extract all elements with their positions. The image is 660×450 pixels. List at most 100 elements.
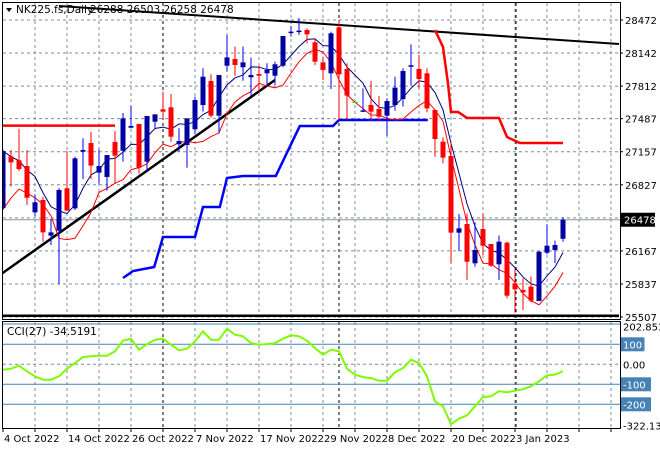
candle[interactable] <box>24 150 30 206</box>
candle[interactable] <box>16 128 22 172</box>
cci-tick-label: 202.8534 <box>623 323 660 334</box>
candle[interactable] <box>160 91 166 119</box>
date-tick-label: 26 Oct 2022 <box>132 434 194 445</box>
candle[interactable] <box>448 141 454 264</box>
candle[interactable] <box>424 68 430 113</box>
candle[interactable] <box>200 68 206 112</box>
candle[interactable] <box>552 240 558 264</box>
candle-body <box>216 74 222 116</box>
candle[interactable] <box>312 39 318 65</box>
candle[interactable] <box>152 114 158 129</box>
candle-body <box>248 74 254 78</box>
candle-body <box>168 107 174 137</box>
candle[interactable] <box>504 241 510 299</box>
date-tick-label: 7 Nov 2022 <box>196 434 254 445</box>
candle[interactable] <box>96 149 102 184</box>
candle-body <box>200 76 206 106</box>
candle[interactable] <box>464 213 470 281</box>
candle[interactable] <box>40 196 46 242</box>
candle[interactable] <box>296 18 302 36</box>
date-tick-label: 17 Nov 2022 <box>260 434 324 445</box>
candle[interactable] <box>488 243 494 267</box>
candle[interactable] <box>528 276 534 303</box>
candle[interactable] <box>136 123 142 174</box>
candle[interactable] <box>400 68 406 107</box>
candle[interactable] <box>376 96 382 121</box>
candle-body <box>184 118 190 146</box>
date-tick-label: 8 Dec 2022 <box>388 434 446 445</box>
cci-line <box>3 327 564 426</box>
candle[interactable] <box>104 155 110 191</box>
candle[interactable] <box>536 250 542 301</box>
candle[interactable] <box>432 109 438 157</box>
candle[interactable] <box>192 96 198 135</box>
candle-body <box>208 81 214 116</box>
support-step-line <box>122 118 428 280</box>
triangle-down-icon[interactable] <box>6 8 12 12</box>
candle[interactable] <box>144 115 150 172</box>
candle[interactable] <box>120 112 126 162</box>
chart-canvas[interactable]: 28472 28142 27812 27487 27157 26827 26167 25837… <box>0 0 660 450</box>
candle-body <box>32 202 38 213</box>
candle-body <box>440 141 446 158</box>
candle[interactable] <box>320 56 326 81</box>
candle-body <box>400 70 406 100</box>
candle[interactable] <box>208 74 214 118</box>
candle-body <box>280 36 286 66</box>
candle[interactable] <box>440 137 446 164</box>
candle[interactable] <box>184 118 190 168</box>
candle[interactable] <box>128 105 134 129</box>
candle[interactable] <box>80 138 86 179</box>
candle[interactable] <box>216 74 222 134</box>
price-panel[interactable] <box>0 4 620 317</box>
candle-body <box>128 125 134 128</box>
candle-body <box>312 42 318 62</box>
cci-tick-label: 0.00 <box>623 360 645 371</box>
candle-body <box>80 150 86 152</box>
candle[interactable] <box>344 63 350 120</box>
candle[interactable] <box>248 57 254 97</box>
candle-body <box>520 290 526 293</box>
candle[interactable] <box>392 76 398 111</box>
date-tick-label: 20 Dec 2022 <box>452 434 516 445</box>
candle-body <box>88 143 94 166</box>
candle[interactable] <box>416 54 422 89</box>
price-tick-label: 25837 <box>625 280 657 291</box>
candle[interactable] <box>168 94 174 142</box>
candle-body <box>384 101 390 116</box>
candle-body <box>448 156 454 233</box>
candle[interactable] <box>32 194 38 217</box>
candle[interactable] <box>328 31 334 90</box>
grid <box>3 3 620 428</box>
candle[interactable] <box>336 20 342 120</box>
candle[interactable] <box>544 224 550 255</box>
candle[interactable] <box>288 26 294 37</box>
candle[interactable] <box>496 235 502 281</box>
candle[interactable] <box>512 269 518 313</box>
candle-body <box>40 200 46 233</box>
candle[interactable] <box>280 36 286 68</box>
candle[interactable] <box>88 131 94 179</box>
candle-body <box>24 166 30 198</box>
candle-body <box>144 115 150 162</box>
candle[interactable] <box>264 63 270 86</box>
candle-body <box>496 241 502 265</box>
candle-body <box>464 224 470 262</box>
candle-body <box>96 166 102 173</box>
candle-body <box>416 68 422 79</box>
cci-tick-label: -322.133 <box>623 422 660 433</box>
price-tick-label: 27487 <box>625 115 657 126</box>
cci-axis: 202.8534 100 0.00 -100 -200 -322.133 <box>621 323 660 433</box>
candle-body <box>504 242 510 296</box>
candle[interactable] <box>232 46 238 76</box>
candle[interactable] <box>256 65 262 92</box>
candle[interactable] <box>560 217 566 242</box>
candle[interactable] <box>408 44 414 86</box>
candle[interactable] <box>360 88 366 112</box>
candle[interactable] <box>520 278 526 310</box>
candle[interactable] <box>64 151 70 211</box>
candle-body <box>424 73 430 109</box>
candle[interactable] <box>56 188 62 285</box>
cci-panel[interactable] <box>3 323 620 426</box>
candle[interactable] <box>72 156 78 211</box>
